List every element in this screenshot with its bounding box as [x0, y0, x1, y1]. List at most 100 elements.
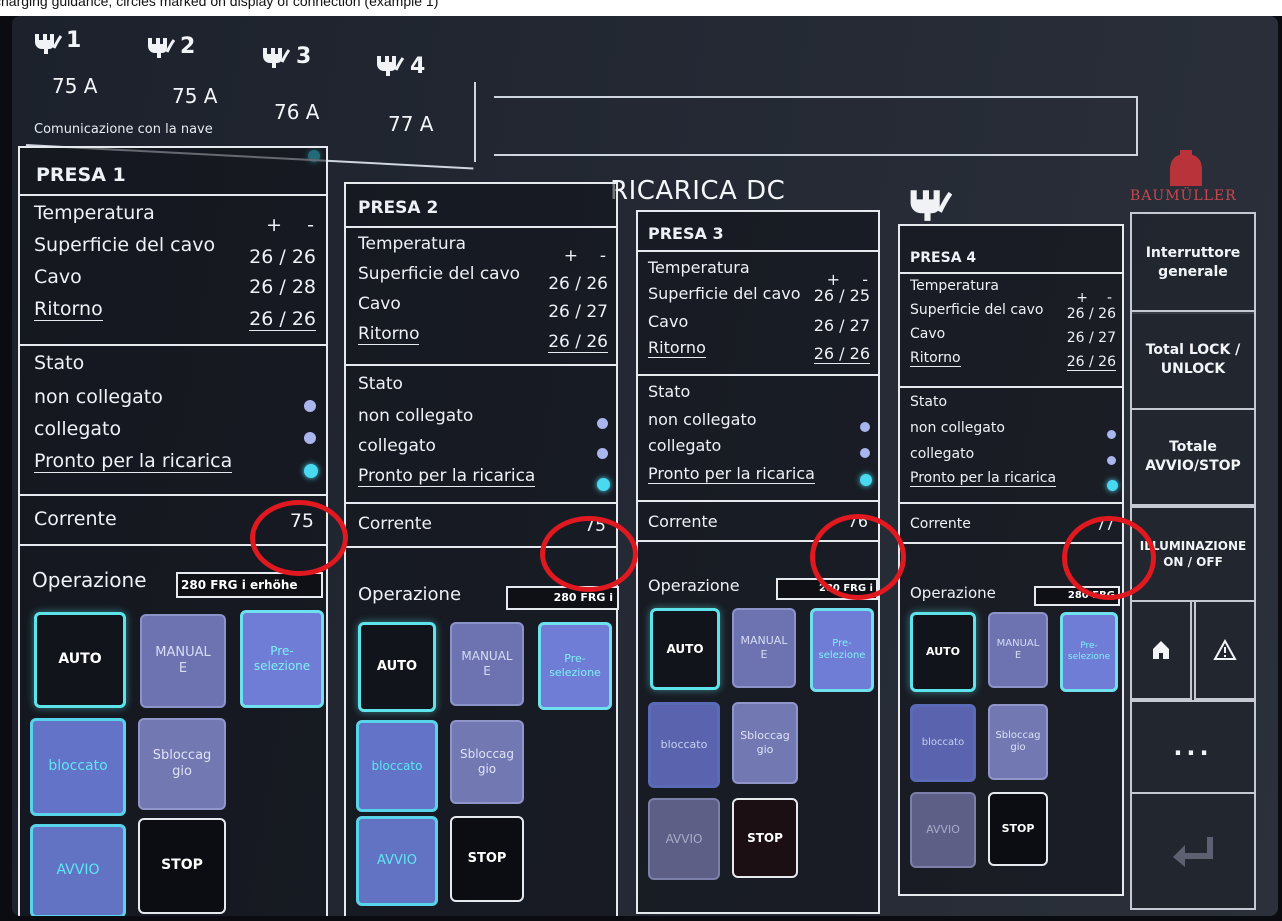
- manual-button[interactable]: MANUAL E: [140, 614, 226, 708]
- state-label: collegato: [358, 436, 436, 456]
- preselection-button[interactable]: Pre- selezione: [810, 608, 874, 692]
- presa-title: PRESA 3: [648, 224, 724, 243]
- row-label: Superficie del cavo: [358, 264, 521, 284]
- locked-button[interactable]: bloccato: [648, 702, 720, 788]
- unlock-button[interactable]: Sbloccag gio: [450, 720, 524, 804]
- port-3-number: 3: [296, 44, 312, 69]
- page-title: RICARICA DC: [610, 176, 786, 206]
- stop-button[interactable]: STOP: [138, 818, 226, 914]
- state-label: non collegato: [358, 406, 474, 426]
- start-button[interactable]: AVVIO: [30, 824, 126, 916]
- total-lock-unlock-button[interactable]: Total LOCK / UNLOCK: [1130, 310, 1256, 410]
- annotation-circle: [250, 500, 348, 576]
- home-icon: [1153, 641, 1169, 659]
- temperature-label: Temperatura: [910, 278, 999, 294]
- state-indicator-dot: [597, 418, 608, 429]
- port-2-amps: 75 A: [172, 84, 218, 108]
- row-value: 26 / 28: [249, 276, 316, 298]
- more-button[interactable]: ...: [1130, 700, 1256, 794]
- divider: [20, 494, 326, 496]
- locked-button[interactable]: bloccato: [356, 720, 438, 812]
- presa-title: PRESA 1: [36, 164, 126, 186]
- enter-button[interactable]: [1130, 792, 1256, 910]
- plug-icon: [260, 44, 291, 70]
- row-label: Superficie del cavo: [648, 284, 801, 303]
- divider: [900, 502, 1122, 504]
- port-1-amps: 75 A: [52, 74, 98, 98]
- divider: [638, 250, 878, 252]
- auto-button[interactable]: AUTO: [34, 612, 126, 708]
- annotation-circle: [810, 514, 906, 600]
- operazione-label: Operazione: [910, 584, 996, 602]
- enter-icon: [1173, 837, 1213, 867]
- state-label: non collegato: [34, 386, 163, 408]
- stop-button[interactable]: STOP: [732, 798, 798, 878]
- divider: [474, 82, 476, 162]
- port-4-number: 4: [410, 54, 426, 79]
- row-label: Superficie del cavo: [910, 302, 1044, 318]
- auto-button[interactable]: AUTO: [910, 612, 976, 692]
- locked-button[interactable]: bloccato: [30, 718, 126, 816]
- row-value: 26 / 26: [249, 246, 316, 268]
- annotation-circle: [540, 516, 638, 592]
- total-start-stop-button[interactable]: Totale AVVIO/STOP: [1130, 408, 1256, 506]
- state-label: Pronto per la ricarica: [34, 450, 233, 473]
- start-button[interactable]: AVVIO: [910, 792, 976, 868]
- row-label: Cavo: [910, 326, 946, 342]
- unlock-button[interactable]: Sbloccag gio: [732, 702, 798, 784]
- stato-label: Stato: [648, 382, 691, 401]
- auto-button[interactable]: AUTO: [358, 622, 436, 712]
- start-button[interactable]: AVVIO: [648, 798, 720, 880]
- state-label: non collegato: [910, 420, 1005, 436]
- minus-sign: -: [599, 246, 606, 266]
- plus-sign: +: [266, 214, 282, 236]
- plug-icon: [374, 52, 405, 78]
- state-indicator-dot: [597, 478, 610, 491]
- caption-text: charging guidance; circles marked on dis…: [0, 0, 439, 9]
- home-button[interactable]: [1130, 600, 1192, 700]
- row-value: 26 / 26: [813, 344, 870, 364]
- temperature-label: Temperatura: [34, 202, 155, 224]
- stop-button[interactable]: STOP: [450, 816, 524, 902]
- corrente-label: Corrente: [358, 514, 432, 534]
- unlock-button[interactable]: Sbloccag gio: [988, 704, 1048, 780]
- state-indicator-dot: [304, 464, 318, 478]
- manual-button[interactable]: MANUAL E: [450, 622, 524, 706]
- auto-button[interactable]: AUTO: [650, 608, 720, 690]
- state-label: non collegato: [648, 410, 757, 429]
- main-switch-button[interactable]: Interruttore generale: [1130, 212, 1256, 314]
- state-indicator-dot: [1107, 480, 1118, 491]
- preselection-button[interactable]: Pre- selezione: [538, 622, 612, 710]
- stato-label: Stato: [910, 394, 948, 410]
- plus-sign: +: [1076, 290, 1088, 306]
- stato-label: Stato: [358, 374, 403, 394]
- state-indicator-dot: [597, 448, 608, 459]
- locked-button[interactable]: bloccato: [910, 704, 976, 782]
- communication-label: Comunicazione con la nave: [34, 122, 213, 137]
- divider: [346, 502, 616, 504]
- row-value: 26 / 26: [548, 332, 608, 353]
- state-label: collegato: [648, 436, 722, 455]
- state-indicator-dot: [304, 400, 316, 412]
- warning-icon: [1213, 639, 1237, 660]
- divider: [900, 272, 1122, 274]
- minus-sign: -: [307, 214, 314, 236]
- manual-button[interactable]: MANUAL E: [988, 612, 1048, 688]
- preselection-button[interactable]: Pre- selezione: [240, 610, 324, 708]
- corrente-label: Corrente: [34, 508, 117, 530]
- alarm-button[interactable]: [1194, 600, 1256, 700]
- unlock-button[interactable]: Sbloccag gio: [138, 718, 226, 810]
- port-1-number: 1: [66, 28, 82, 53]
- row-label: Cavo: [34, 266, 82, 288]
- start-button[interactable]: AVVIO: [356, 816, 438, 906]
- presa-title: PRESA 4: [910, 250, 977, 266]
- row-label: Superficie del cavo: [34, 234, 216, 256]
- manual-button[interactable]: MANUAL E: [732, 608, 796, 688]
- plug-icon: [145, 34, 176, 60]
- divider: [638, 374, 878, 376]
- row-value: 26 / 25: [813, 286, 870, 305]
- state-label: Pronto per la ricarica: [910, 470, 1057, 487]
- preselection-button[interactable]: Pre- selezione: [1060, 612, 1118, 692]
- divider: [900, 386, 1122, 388]
- stop-button[interactable]: STOP: [988, 792, 1048, 866]
